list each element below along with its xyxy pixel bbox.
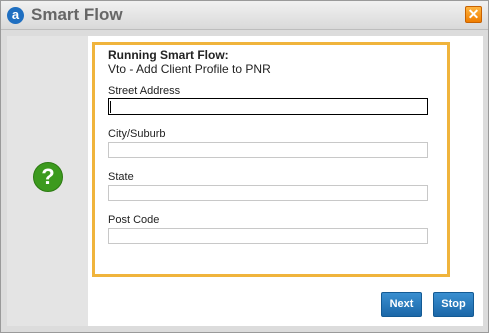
help-icon[interactable]: ? bbox=[33, 162, 63, 192]
city-suburb-label: City/Suburb bbox=[108, 128, 166, 140]
dialog-title: Smart Flow bbox=[31, 5, 123, 24]
street-address-input[interactable] bbox=[108, 98, 428, 115]
close-button[interactable]: ✕ bbox=[465, 6, 482, 23]
post-code-label: Post Code bbox=[108, 214, 160, 226]
state-input[interactable] bbox=[108, 185, 428, 201]
city-suburb-input[interactable] bbox=[108, 142, 428, 158]
post-code-input[interactable] bbox=[108, 228, 428, 244]
next-button[interactable]: Next bbox=[381, 292, 422, 317]
state-label: State bbox=[108, 171, 134, 183]
street-address-label: Street Address bbox=[108, 85, 181, 97]
text-caret bbox=[110, 101, 111, 113]
app-logo-icon: a bbox=[7, 7, 24, 24]
running-label: Running Smart Flow: bbox=[108, 48, 229, 62]
stop-button[interactable]: Stop bbox=[433, 292, 474, 317]
title-bar: a Smart Flow ✕ bbox=[1, 1, 488, 30]
smart-flow-dialog: a Smart Flow ✕ ? Running Smart Flow: Vto… bbox=[0, 0, 489, 333]
flow-name: Vto - Add Client Profile to PNR bbox=[108, 62, 271, 76]
